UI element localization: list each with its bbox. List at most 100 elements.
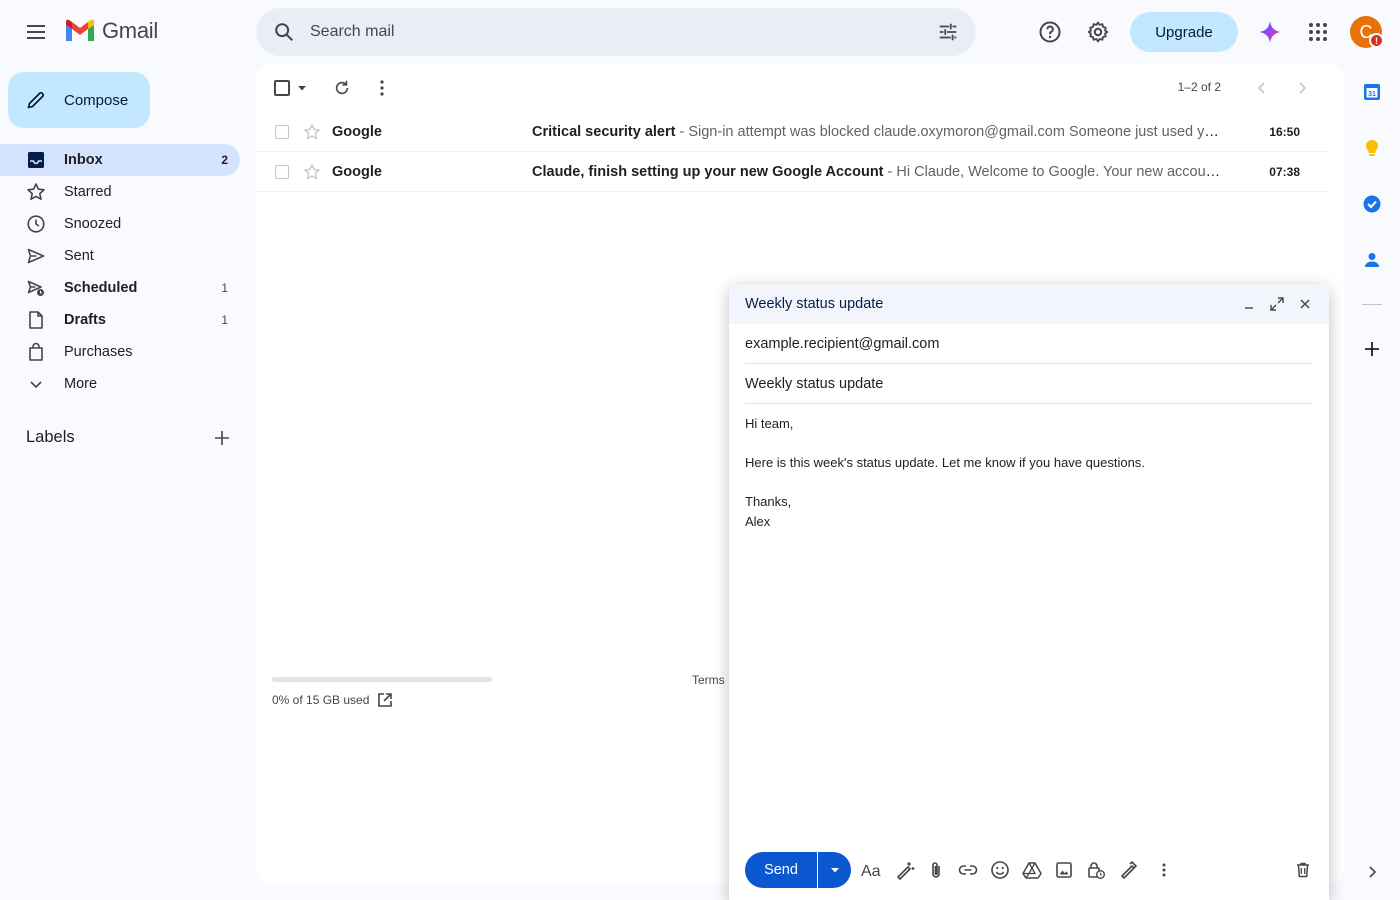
google-apps-button[interactable]: [1294, 8, 1342, 56]
select-all-checkbox[interactable]: [274, 80, 290, 96]
minimize-button[interactable]: [1239, 294, 1259, 314]
email-checkbox[interactable]: [275, 165, 289, 179]
drafts-count: 1: [221, 313, 228, 327]
compose-header[interactable]: Weekly status update: [729, 284, 1329, 324]
sidebar-item-label: More: [64, 376, 98, 392]
body-line: Hi team,: [745, 416, 794, 431]
clock-icon: [27, 215, 45, 233]
star-icon[interactable]: [303, 123, 321, 141]
body-line: Here is this week's status update. Let m…: [745, 455, 1145, 470]
settings-button[interactable]: [1074, 8, 1122, 56]
svg-text:31: 31: [1368, 91, 1376, 98]
select-menu-button[interactable]: [292, 78, 312, 98]
insert-emoji-button[interactable]: [988, 858, 1012, 882]
keep-app-button[interactable]: [1356, 132, 1388, 164]
email-time: 16:50: [1269, 124, 1300, 139]
sidebar-item-inbox[interactable]: Inbox 2: [0, 144, 240, 176]
calendar-app-button[interactable]: 31: [1356, 76, 1388, 108]
email-sender: Google: [332, 123, 382, 140]
body-line: [745, 434, 1312, 454]
insert-link-button[interactable]: [956, 858, 980, 882]
sidebar-item-label: Scheduled: [64, 280, 138, 296]
compose-button[interactable]: Compose: [8, 72, 150, 128]
formatting-options-button[interactable]: Aa: [860, 858, 884, 882]
gmail-m-icon: [66, 19, 94, 41]
contacts-app-button[interactable]: [1356, 244, 1388, 276]
bag-icon: [29, 342, 43, 361]
draft-icon: [29, 311, 43, 329]
email-content: Critical security alert - Sign-in attemp…: [532, 124, 1222, 140]
send-icon: [27, 248, 45, 264]
newer-button[interactable]: [1250, 76, 1274, 100]
support-button[interactable]: [1026, 8, 1074, 56]
gmail-logo-text: Gmail: [102, 18, 158, 43]
refresh-icon: [335, 80, 349, 95]
search-options-button[interactable]: [928, 12, 968, 52]
compose-window-title: Weekly status update: [745, 296, 884, 312]
sidebar-item-more[interactable]: More: [0, 368, 240, 400]
more-vert-icon: [380, 80, 384, 96]
pencil-icon: [27, 91, 45, 109]
gemini-button[interactable]: [1246, 8, 1294, 56]
star-icon[interactable]: [303, 163, 321, 181]
labels-heading: Labels: [26, 428, 75, 446]
sidebar-item-label: Inbox: [64, 152, 103, 168]
older-button[interactable]: [1290, 76, 1314, 100]
recipients-field[interactable]: example.recipient@gmail.com: [745, 324, 1312, 364]
chevron-right-icon: [1369, 866, 1377, 878]
compose-label: Compose: [64, 91, 129, 109]
email-row[interactable]: Google Critical security alert - Sign-in…: [256, 112, 1328, 152]
email-checkbox[interactable]: [275, 125, 289, 139]
insert-photo-button[interactable]: [1052, 858, 1076, 882]
message-body[interactable]: Hi team, Here is this week's status upda…: [745, 414, 1312, 531]
unread-count: 2: [221, 153, 228, 167]
help-me-write-button[interactable]: [893, 858, 917, 882]
caret-down-icon: [298, 86, 306, 91]
contacts-icon: [1365, 253, 1379, 267]
search-input[interactable]: [310, 23, 928, 41]
minimize-icon: [1245, 307, 1253, 309]
gear-icon: [1087, 21, 1109, 43]
more-options-button[interactable]: [368, 74, 396, 102]
show-side-panel-button[interactable]: [1360, 860, 1384, 884]
confidential-mode-button[interactable]: [1084, 858, 1108, 882]
star-icon: [27, 183, 45, 200]
insert-drive-button[interactable]: [1020, 858, 1044, 882]
close-compose-button[interactable]: [1295, 294, 1315, 314]
calendar-icon: 31: [1364, 84, 1380, 100]
sidebar-item-drafts[interactable]: Drafts 1: [0, 304, 240, 336]
terms-link[interactable]: Terms: [692, 673, 725, 687]
insert-signature-button[interactable]: [1116, 858, 1140, 882]
fullscreen-button[interactable]: [1267, 294, 1287, 314]
sidebar-item-label: Starred: [64, 184, 112, 200]
more-vert-icon: [1162, 863, 1166, 877]
get-addons-button[interactable]: [1356, 333, 1388, 365]
search-bar[interactable]: [256, 8, 976, 56]
refresh-button[interactable]: [328, 74, 356, 102]
discard-draft-button[interactable]: [1291, 858, 1315, 882]
upgrade-button[interactable]: Upgrade: [1130, 12, 1238, 52]
tasks-app-button[interactable]: [1356, 188, 1388, 220]
main-menu-button[interactable]: [12, 8, 60, 56]
more-compose-options-button[interactable]: [1152, 858, 1176, 882]
email-snippet: - Hi Claude, Welcome to Google. Your new…: [887, 163, 1222, 180]
gmail-logo[interactable]: Gmail: [64, 18, 158, 44]
email-row[interactable]: Google Claude, finish setting up your ne…: [256, 152, 1328, 192]
account-alert-badge: !: [1369, 33, 1384, 48]
search-button[interactable]: [268, 16, 300, 48]
apps-grid-icon: [1309, 23, 1327, 41]
send-button[interactable]: Send: [745, 852, 817, 888]
create-label-button[interactable]: [206, 422, 238, 454]
manage-storage-link[interactable]: [376, 691, 394, 709]
sidebar-item-purchases[interactable]: Purchases: [0, 336, 240, 368]
send-options-button[interactable]: [818, 852, 851, 888]
sidebar-item-snoozed[interactable]: Snoozed: [0, 208, 240, 240]
subject-field[interactable]: Weekly status update: [745, 364, 1312, 404]
trash-icon: [1297, 862, 1309, 878]
sidebar-item-starred[interactable]: Starred: [0, 176, 240, 208]
sidebar-item-scheduled[interactable]: Scheduled 1: [0, 272, 240, 304]
attach-files-button[interactable]: [924, 858, 948, 882]
side-panel-divider: [1362, 304, 1382, 305]
sidebar-item-sent[interactable]: Sent: [0, 240, 240, 272]
tune-icon: [939, 23, 957, 41]
